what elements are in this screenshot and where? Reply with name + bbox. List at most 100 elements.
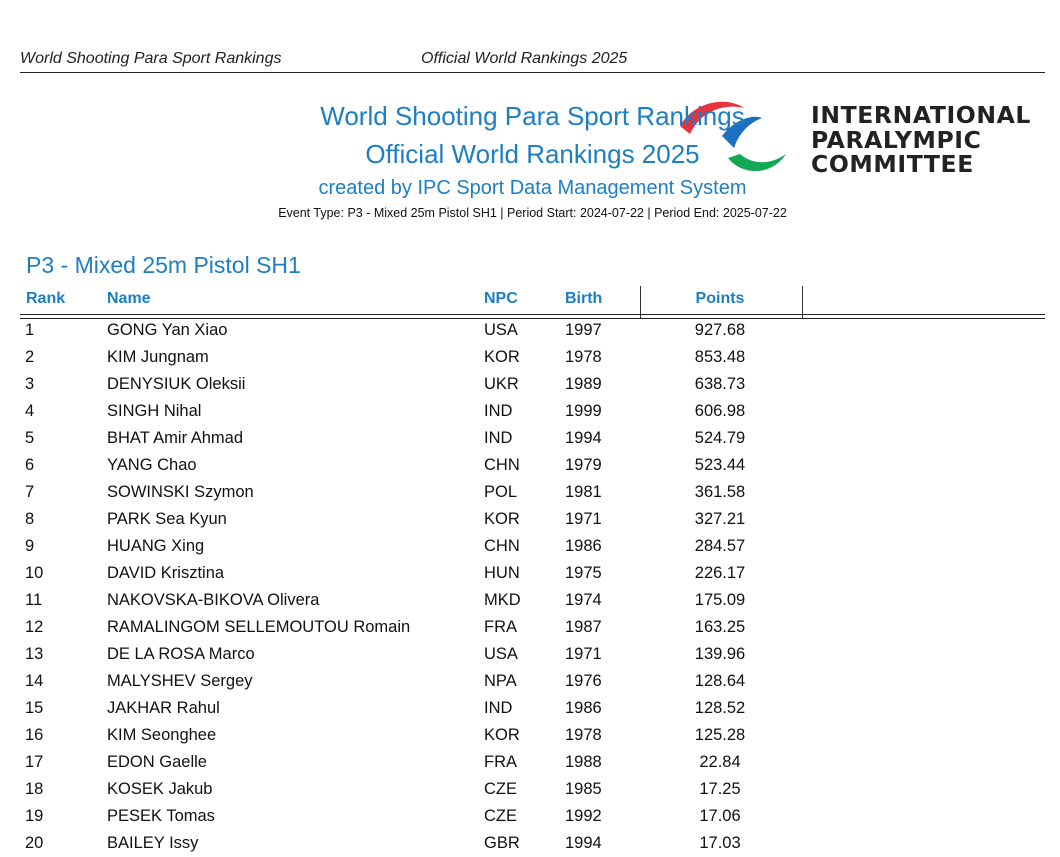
name-cell: BAILEY Issy	[107, 834, 199, 852]
rank-cell: 8	[25, 510, 35, 528]
points-cell: 327.21	[694, 510, 746, 528]
birth-cell: 1989	[565, 375, 602, 393]
ipc-line-1: INTERNATIONAL	[811, 101, 1031, 129]
points-cell: 853.48	[694, 348, 746, 366]
table-row: 19 PESEK Tomas CZE 1992 17.06	[0, 803, 1060, 830]
points-cell: 17.06	[699, 807, 741, 825]
table-row: 17 EDON Gaelle FRA 1988 22.84	[0, 749, 1060, 776]
birth-cell: 1994	[565, 429, 602, 447]
name-cell: DE LA ROSA Marco	[107, 645, 255, 663]
points-cell: 638.73	[694, 375, 746, 393]
npc-cell: IND	[484, 429, 513, 447]
ipc-line-2: PARALYMPIC	[811, 125, 982, 154]
table-row: 3 DENYSIUK Oleksii UKR 1989 638.73	[0, 371, 1060, 398]
rank-cell: 13	[25, 645, 44, 663]
points-cell: 17.25	[699, 780, 741, 798]
npc-cell: CZE	[484, 780, 517, 798]
npc-cell: NPA	[484, 672, 517, 690]
col-npc-header: NPC	[484, 290, 518, 307]
birth-cell: 1976	[565, 672, 602, 690]
ipc-wordmark: INTERNATIONAL PARALYMPIC COMMITTEE	[811, 103, 1031, 177]
name-cell: PESEK Tomas	[107, 807, 215, 825]
rank-cell: 12	[25, 618, 44, 636]
birth-cell: 1979	[565, 456, 602, 474]
table-row: 1 GONG Yan Xiao USA 1997 927.68	[0, 317, 1060, 344]
name-cell: SINGH Nihal	[107, 402, 202, 420]
npc-cell: CZE	[484, 807, 517, 825]
points-cell: 125.28	[694, 726, 746, 744]
npc-cell: USA	[484, 321, 518, 339]
name-cell: DENYSIUK Oleksii	[107, 375, 246, 393]
birth-cell: 1978	[565, 726, 602, 744]
points-cell: 17.03	[699, 834, 741, 852]
npc-cell: KOR	[484, 510, 520, 528]
name-cell: MALYSHEV Sergey	[107, 672, 253, 690]
rank-cell: 14	[25, 672, 44, 690]
table-row: 14 MALYSHEV Sergey NPA 1976 128.64	[0, 668, 1060, 695]
npc-cell: USA	[484, 645, 518, 663]
npc-cell: IND	[484, 699, 513, 717]
points-cell: 524.79	[694, 429, 746, 447]
rank-cell: 10	[25, 564, 44, 582]
name-cell: KIM Seonghee	[107, 726, 217, 744]
col-birth-header: Birth	[565, 290, 603, 307]
points-cell: 523.44	[694, 456, 746, 474]
npc-cell: MKD	[484, 591, 521, 609]
header-rule-top	[20, 314, 1045, 315]
report-source: created by IPC Sport Data Management Sys…	[318, 177, 747, 199]
points-cell: 128.64	[694, 672, 746, 690]
rank-cell: 15	[25, 699, 44, 717]
header-center-text: Official World Rankings 2025	[421, 50, 628, 67]
points-cell: 284.57	[694, 537, 746, 555]
birth-cell: 1985	[565, 780, 602, 798]
points-cell: 361.58	[694, 483, 746, 501]
birth-cell: 1974	[565, 591, 602, 609]
birth-cell: 1986	[565, 699, 602, 717]
birth-cell: 1986	[565, 537, 602, 555]
name-cell: KOSEK Jakub	[107, 780, 213, 798]
table-row: 5 BHAT Amir Ahmad IND 1994 524.79	[0, 425, 1060, 452]
rank-cell: 6	[25, 456, 35, 474]
rank-cell: 18	[25, 780, 44, 798]
table-header: Rank Name NPC Birth Points	[20, 286, 1045, 314]
ipc-line-3: COMMITTEE	[811, 150, 974, 178]
rank-cell: 7	[25, 483, 35, 501]
birth-cell: 1992	[565, 807, 602, 825]
table-row: 12 RAMALINGOM SELLEMOUTOU Romain FRA 1987 16…	[0, 614, 1060, 641]
birth-cell: 1997	[565, 321, 602, 339]
name-cell: RAMALINGOM SELLEMOUTOU Romain	[107, 618, 411, 636]
points-cell: 22.84	[699, 753, 741, 771]
rank-cell: 3	[25, 375, 35, 393]
points-cell: 927.68	[694, 321, 746, 339]
col-name-header: Name	[107, 290, 151, 307]
birth-cell: 1975	[565, 564, 602, 582]
name-cell: GONG Yan Xiao	[107, 321, 228, 339]
rank-cell: 16	[25, 726, 44, 744]
rank-cell: 17	[25, 753, 44, 771]
points-cell: 139.96	[694, 645, 746, 663]
table-row: 2 KIM Jungnam KOR 1978 853.48	[0, 344, 1060, 371]
rank-cell: 19	[25, 807, 44, 825]
name-cell: EDON Gaelle	[107, 753, 207, 771]
birth-cell: 1994	[565, 834, 602, 852]
name-cell: NAKOVSKA-BIKOVA Olivera	[107, 591, 320, 609]
header-left-text: World Shooting Para Sport Rankings	[20, 50, 282, 67]
points-cell: 163.25	[694, 618, 746, 636]
table-row: 6 YANG Chao CHN 1979 523.44	[0, 452, 1060, 479]
birth-cell: 1971	[565, 645, 602, 663]
rank-cell: 5	[25, 429, 35, 447]
npc-cell: UKR	[484, 375, 519, 393]
birth-cell: 1981	[565, 483, 602, 501]
birth-cell: 1971	[565, 510, 602, 528]
points-cell: 128.52	[694, 699, 746, 717]
npc-cell: FRA	[484, 753, 517, 771]
rank-cell: 9	[25, 537, 35, 555]
name-cell: DAVID Krisztina	[107, 564, 225, 582]
col-rank-header: Rank	[26, 290, 66, 307]
rank-cell: 1	[25, 321, 35, 339]
points-cell: 226.17	[694, 564, 746, 582]
table-row: 11 NAKOVSKA-BIKOVA Olivera MKD 1974 175.09	[0, 587, 1060, 614]
npc-cell: POL	[484, 483, 518, 501]
name-cell: BHAT Amir Ahmad	[107, 429, 244, 447]
report-title: World Shooting Para Sport Rankings	[320, 101, 745, 131]
